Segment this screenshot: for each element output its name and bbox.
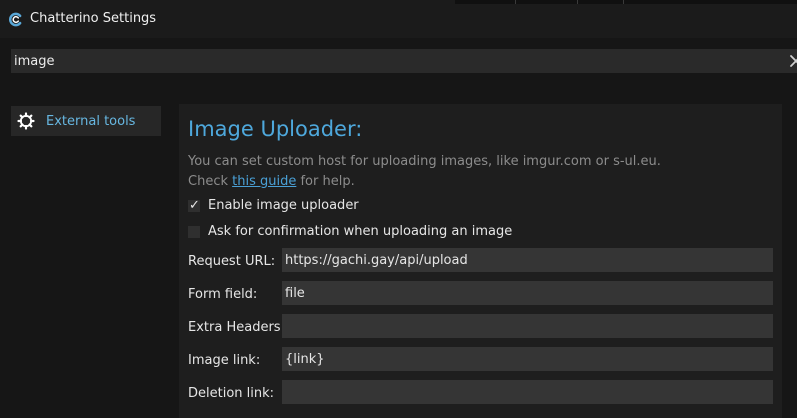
- close-icon[interactable]: [789, 54, 797, 68]
- description-prefix: Check: [188, 174, 233, 189]
- image-link-label: Image link:: [188, 353, 261, 368]
- enable-uploader-checkbox[interactable]: ✓ Enable image uploader: [188, 198, 388, 216]
- deletion-link-input[interactable]: [282, 380, 773, 404]
- request-url-input[interactable]: [282, 248, 773, 272]
- deletion-link-label: Deletion link:: [188, 386, 275, 401]
- description-line: You can set custom host for uploading im…: [188, 154, 661, 169]
- checkbox-label: Enable image uploader: [208, 198, 359, 213]
- background-window-strip: [455, 0, 797, 4]
- description-suffix: for help.: [296, 174, 355, 189]
- checkbox-box[interactable]: [188, 226, 200, 238]
- gear-icon: [17, 112, 35, 130]
- form-field-input[interactable]: [282, 281, 773, 305]
- checkbox-box[interactable]: ✓: [188, 198, 200, 213]
- extra-headers-input[interactable]: [282, 314, 773, 338]
- guide-link[interactable]: this guide: [232, 174, 296, 189]
- ask-confirmation-checkbox[interactable]: Ask for confirmation when uploading an i…: [188, 224, 512, 242]
- checkbox-label: Ask for confirmation when uploading an i…: [208, 224, 513, 239]
- sidebar-item-external-tools[interactable]: External tools: [11, 106, 161, 136]
- extra-headers-label: Extra Headers:: [188, 320, 285, 335]
- settings-panel: Image Uploader: You can set custom host …: [179, 104, 782, 418]
- image-link-input[interactable]: [282, 347, 773, 371]
- sidebar-item-label: External tools: [46, 114, 136, 129]
- chatterino-logo-icon: [9, 12, 22, 27]
- window-title: Chatterino Settings: [30, 11, 157, 26]
- description-help-line: Check this guide for help.: [188, 172, 661, 192]
- search-input[interactable]: [11, 49, 771, 73]
- checkmark-icon: ✓: [189, 198, 200, 213]
- form-field-label: Form field:: [188, 287, 258, 302]
- section-title: Image Uploader:: [188, 117, 363, 141]
- request-url-label: Request URL:: [188, 254, 276, 269]
- settings-search-box: [11, 49, 797, 73]
- section-description: You can set custom host for uploading im…: [188, 152, 661, 192]
- title-bar: Chatterino Settings: [0, 0, 797, 38]
